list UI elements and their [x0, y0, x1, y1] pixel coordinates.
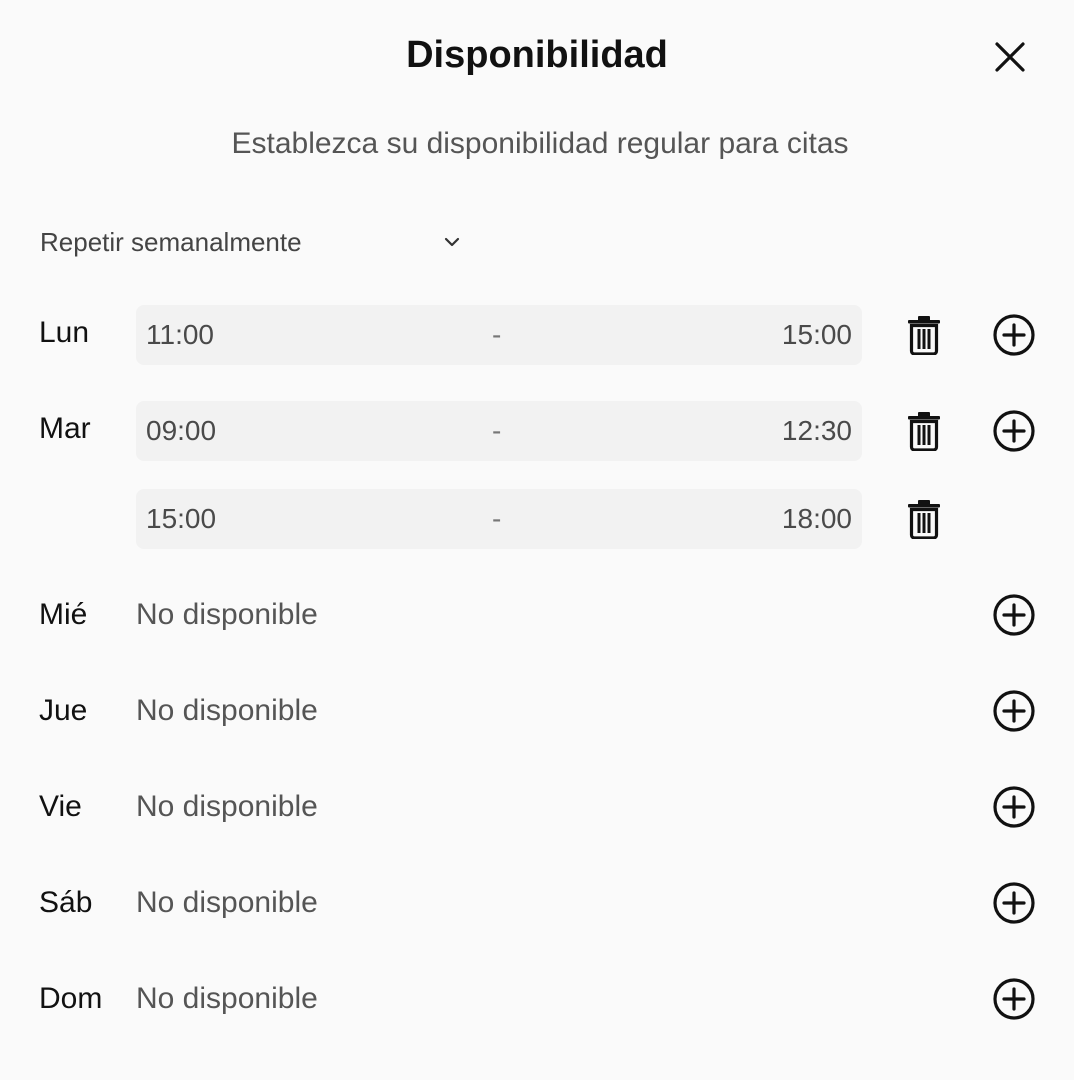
slot-start-time[interactable]: 09:00: [146, 411, 216, 451]
repeat-dropdown-value: Repetir semanalmente: [40, 227, 302, 257]
unavailable-text-dom: No disponible: [136, 982, 318, 1015]
close-button[interactable]: [988, 35, 1032, 79]
day-label-sab: Sáb: [39, 886, 93, 919]
trash-icon: [908, 412, 940, 451]
unavailable-text-jue: No disponible: [136, 694, 318, 727]
delete-slot-button-mar-2[interactable]: [902, 497, 946, 541]
day-label-lun: Lun: [39, 316, 90, 349]
close-icon: [995, 42, 1025, 72]
slot-separator: -: [492, 415, 502, 446]
slot-end-time[interactable]: 15:00: [782, 315, 852, 355]
time-slot-lun-1[interactable]: 11:00 - 15:00: [136, 305, 862, 365]
plus-circle-icon: [993, 314, 1035, 356]
add-slot-button-lun[interactable]: [992, 313, 1036, 357]
chevron-down-icon: [444, 237, 460, 247]
time-slot-mar-1[interactable]: 09:00 - 12:30: [136, 401, 862, 461]
slot-separator: -: [492, 503, 502, 534]
slot-end-time[interactable]: 12:30: [782, 411, 852, 451]
slot-start-time[interactable]: 15:00: [146, 499, 216, 539]
time-slot-mar-2[interactable]: 15:00 - 18:00: [136, 489, 862, 549]
add-slot-button-mar[interactable]: [992, 409, 1036, 453]
plus-circle-icon: [993, 978, 1035, 1020]
day-label-dom: Dom: [39, 982, 103, 1015]
plus-circle-icon: [993, 690, 1035, 732]
plus-circle-icon: [993, 594, 1035, 636]
day-label-mar: Mar: [39, 412, 91, 445]
day-label-vie: Vie: [39, 790, 82, 823]
add-slot-button-sab[interactable]: [992, 881, 1036, 925]
slot-start-time[interactable]: 11:00: [146, 315, 214, 355]
plus-circle-icon: [993, 882, 1035, 924]
unavailable-text-sab: No disponible: [136, 886, 318, 919]
dialog-subtitle: Establezca su disponibilidad regular par…: [231, 127, 849, 160]
trash-icon: [908, 500, 940, 539]
add-slot-button-vie[interactable]: [992, 785, 1036, 829]
slot-separator: -: [492, 319, 502, 350]
dialog-title: Disponibilidad: [406, 34, 668, 76]
trash-icon: [908, 316, 940, 355]
plus-circle-icon: [993, 786, 1035, 828]
add-slot-button-dom[interactable]: [992, 977, 1036, 1021]
delete-slot-button-lun-1[interactable]: [902, 313, 946, 357]
unavailable-text-mie: No disponible: [136, 598, 318, 631]
unavailable-text-vie: No disponible: [136, 790, 318, 823]
add-slot-button-mie[interactable]: [992, 593, 1036, 637]
plus-circle-icon: [993, 410, 1035, 452]
day-label-jue: Jue: [39, 694, 88, 727]
delete-slot-button-mar-1[interactable]: [902, 409, 946, 453]
add-slot-button-jue[interactable]: [992, 689, 1036, 733]
slot-end-time[interactable]: 18:00: [782, 499, 852, 539]
repeat-dropdown[interactable]: Repetir semanalmente: [40, 222, 470, 262]
day-label-mie: Mié: [39, 598, 88, 631]
